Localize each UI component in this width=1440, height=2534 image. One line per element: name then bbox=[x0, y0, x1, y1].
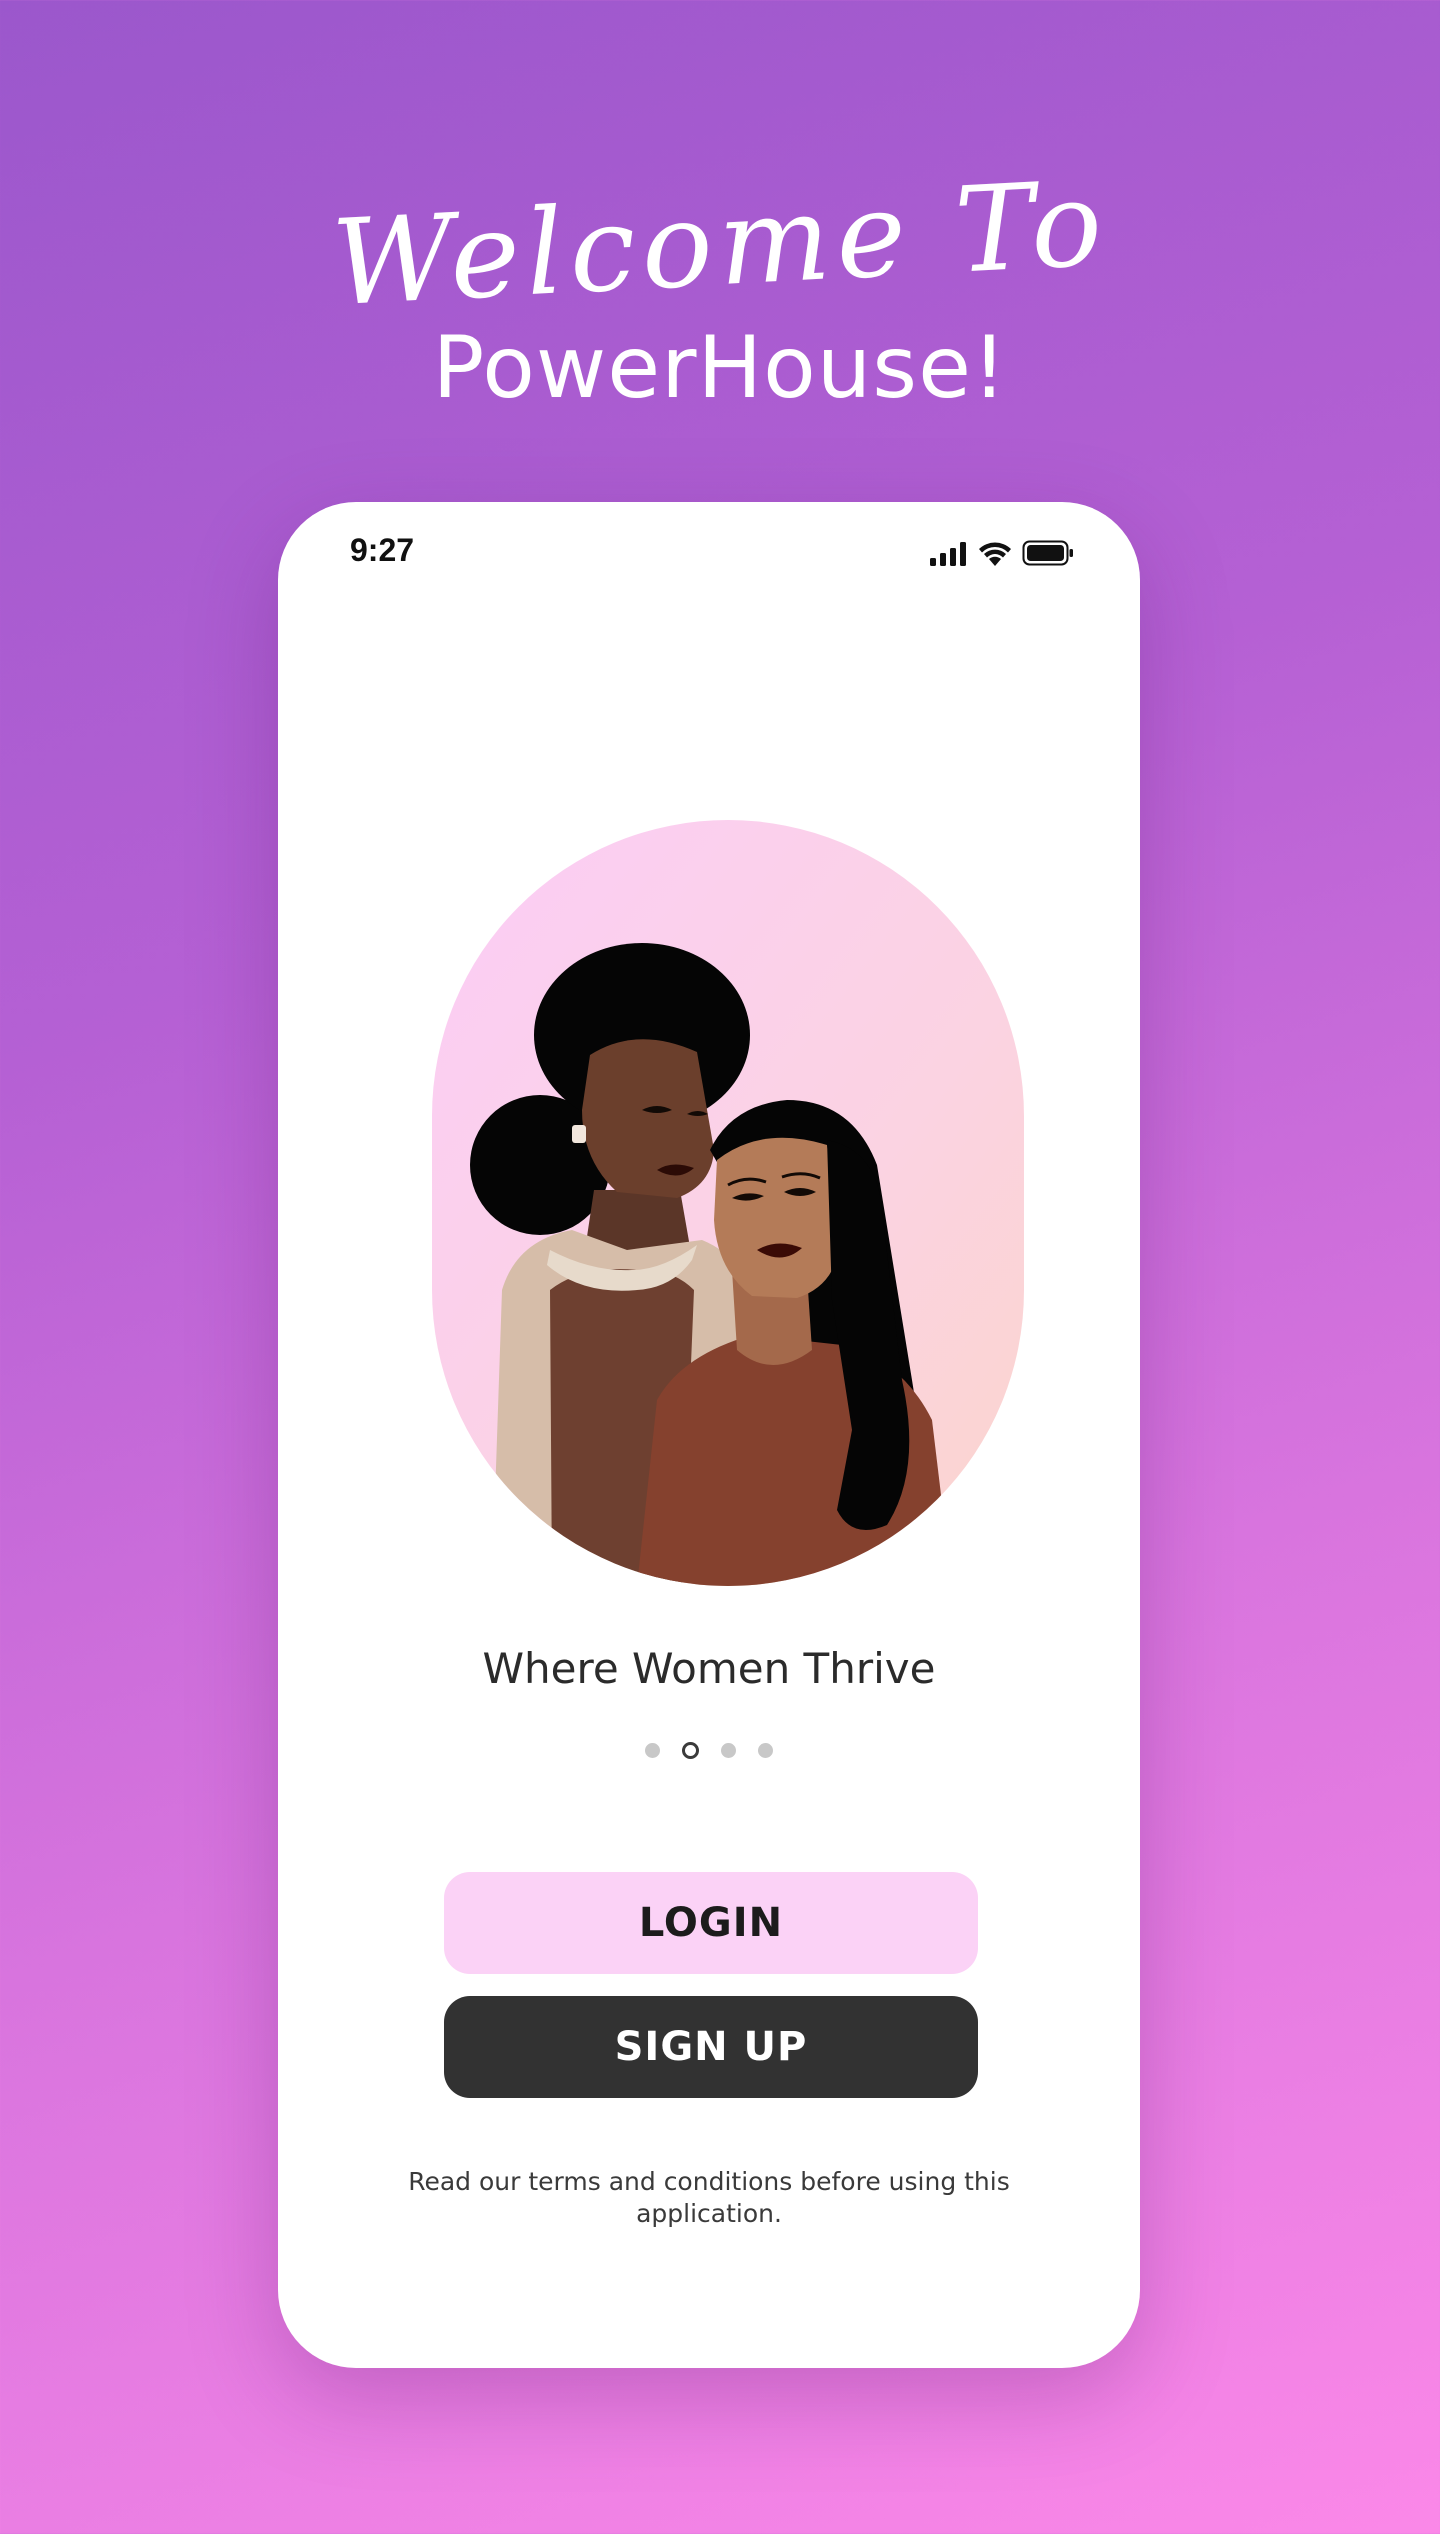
status-time: 9:27 bbox=[350, 532, 415, 568]
signup-button[interactable]: SIGN UP bbox=[444, 1996, 978, 2098]
page-dot[interactable] bbox=[758, 1743, 773, 1758]
phone-mockup: 9:27 Where Women Thrive LOGIN SIGN UP Re… bbox=[278, 502, 1140, 2368]
page-indicator[interactable] bbox=[278, 1742, 1140, 1759]
page-dot[interactable] bbox=[721, 1743, 736, 1758]
login-button[interactable]: LOGIN bbox=[444, 1872, 978, 1974]
brand-heading: PowerHouse! bbox=[432, 318, 1008, 418]
cellular-signal-icon bbox=[930, 542, 968, 566]
tagline: Where Women Thrive bbox=[482, 1644, 936, 1693]
battery-icon bbox=[1022, 540, 1074, 566]
status-icons bbox=[930, 538, 1074, 566]
page-dot-active[interactable] bbox=[682, 1742, 699, 1759]
wifi-icon bbox=[978, 540, 1012, 566]
terms-notice[interactable]: Read our terms and conditions before usi… bbox=[408, 2166, 1010, 2230]
page-dot[interactable] bbox=[645, 1743, 660, 1758]
two-women-illustration bbox=[432, 820, 1024, 1586]
